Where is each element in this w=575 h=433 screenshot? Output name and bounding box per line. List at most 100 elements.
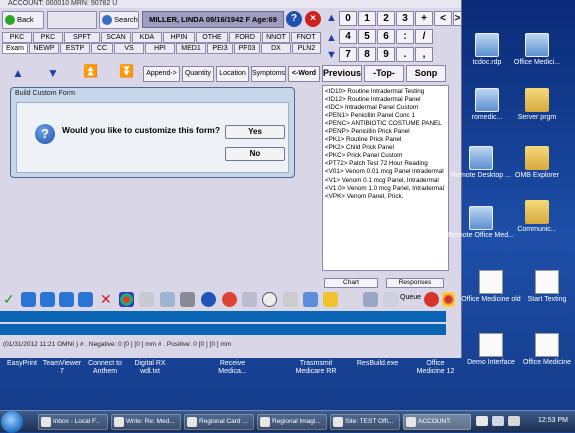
key-greater-than[interactable]: >: [453, 11, 461, 26]
code-list[interactable]: <ID10> Routine Intradermal Testing <ID12…: [322, 85, 449, 271]
tab-nnot[interactable]: NNOT: [262, 32, 290, 43]
tab-hpi[interactable]: HPI: [145, 43, 175, 54]
list-item[interactable]: <VPK> Venom Panel, Prick.: [325, 193, 446, 201]
key-slash[interactable]: /: [415, 29, 433, 44]
shortcut-teamviewer[interactable]: TeamViewer 7: [42, 360, 82, 376]
tab-pkc-2[interactable]: PKC: [33, 32, 63, 43]
tab-pln2[interactable]: PLN2: [292, 43, 321, 54]
key-1[interactable]: 1: [358, 11, 376, 26]
grid-icon[interactable]: [363, 292, 378, 307]
key-5[interactable]: 5: [358, 29, 376, 44]
document-icon[interactable]: [160, 292, 175, 307]
rewind-icon[interactable]: [21, 292, 36, 307]
no-button[interactable]: No: [225, 147, 285, 161]
tab-ford[interactable]: FORD: [229, 32, 261, 43]
stop-icon[interactable]: [222, 292, 237, 307]
color-balls-icon[interactable]: [119, 292, 134, 307]
fast-forward-icon[interactable]: [78, 292, 93, 307]
tab-hpin[interactable]: HPIN: [163, 32, 195, 43]
shortcut-easyprint[interactable]: EasyPrint: [5, 360, 39, 368]
responses-button[interactable]: Responses: [386, 278, 444, 288]
list-item[interactable]: <PEN1> Penicillin Panel Conc 1: [325, 112, 446, 120]
list-item[interactable]: <ID12> Routine Intradermal Panel: [325, 96, 446, 104]
location-button[interactable]: Location: [216, 66, 249, 82]
list-item[interactable]: <V1> Venom 0.1 mcg Panel, Intradermal: [325, 177, 446, 185]
back-button[interactable]: Back: [2, 11, 44, 29]
list-item[interactable]: <V01> Venom 0.01 mcg Panel intradermal: [325, 168, 446, 176]
shortcut-office-medicine-12[interactable]: Office Medicine 12: [413, 360, 458, 376]
list-item[interactable]: <PT72> Patch Test 72 Hour Reading: [325, 160, 446, 168]
close-icon[interactable]: ×: [305, 11, 321, 27]
power-icon[interactable]: [424, 292, 439, 307]
start-button[interactable]: [1, 411, 23, 433]
desktop-icon-communic[interactable]: Communic...: [502, 200, 572, 234]
list-item[interactable]: <IDC> Intradermal Panel Custom: [325, 104, 446, 112]
list-item[interactable]: <ID10> Routine Intradermal Testing: [325, 88, 446, 96]
prev-icon[interactable]: [40, 292, 55, 307]
key-2[interactable]: 2: [377, 11, 395, 26]
key-7[interactable]: 7: [339, 47, 357, 62]
keypad-down-arrow-icon[interactable]: ▼: [326, 49, 337, 61]
sonp-button[interactable]: Sonp: [406, 65, 446, 82]
notes-icon[interactable]: [343, 292, 358, 307]
top-button[interactable]: -Top-: [364, 65, 404, 82]
key-0[interactable]: 0: [339, 11, 357, 26]
tray-network-icon[interactable]: [476, 416, 488, 426]
shortcut-digital-rx[interactable]: Digital RX wdl.txt: [130, 360, 170, 376]
key-less-than[interactable]: <: [434, 11, 452, 26]
tab-dx[interactable]: DX: [261, 43, 291, 54]
clock-icon[interactable]: [262, 292, 277, 307]
down-arrow-icon[interactable]: ▼: [47, 66, 59, 80]
tab-kda[interactable]: KDA: [132, 32, 162, 43]
help-icon[interactable]: ?: [286, 11, 302, 27]
append-button[interactable]: Append->: [143, 66, 180, 82]
list-item[interactable]: <V1.0> Venom 1.0 mcg Panel, Intradermal: [325, 185, 446, 193]
next-icon[interactable]: [59, 292, 74, 307]
desktop-icon-omb-explorer[interactable]: OMB Explorer: [502, 146, 572, 180]
stethoscope-icon[interactable]: [283, 292, 298, 307]
desktop-icon-office-medici[interactable]: Office Medici...: [502, 33, 572, 67]
key-6[interactable]: 6: [377, 29, 395, 44]
key-plus[interactable]: +: [415, 11, 433, 26]
list-item[interactable]: <PKC> Prick Panel Custom: [325, 152, 446, 160]
taskbar-item-inbox[interactable]: Inbox - Local F...: [38, 414, 108, 430]
tray-volume-icon[interactable]: [492, 416, 504, 426]
history-dropdown[interactable]: [47, 11, 97, 29]
magnifier-icon[interactable]: [242, 292, 257, 307]
list-item[interactable]: <PENC> ANTIBIOTIC COSTUME PANEL: [325, 120, 446, 128]
taskbar-item-write[interactable]: Write: Re: Med...: [111, 414, 181, 430]
shortcut-resbuild[interactable]: ResBuild.exe: [355, 360, 400, 368]
tab-scan[interactable]: SCAN: [101, 32, 131, 43]
queue-label[interactable]: Queue: [400, 294, 421, 301]
desktop-icon-start-texting[interactable]: Start Texting: [512, 270, 575, 304]
key-colon[interactable]: :: [396, 29, 414, 44]
flower-icon[interactable]: [442, 292, 455, 307]
symptoms-button[interactable]: Symptoms: [251, 66, 286, 82]
quantity-button[interactable]: Quantity: [182, 66, 214, 82]
tab-fnot[interactable]: FNOT: [291, 32, 321, 43]
tab-med1[interactable]: MED1: [176, 43, 206, 54]
tab-exam[interactable]: Exam: [2, 43, 28, 54]
key-9[interactable]: 9: [377, 47, 395, 62]
word-back-button[interactable]: <-Word: [288, 66, 320, 82]
key-comma[interactable]: ,: [415, 47, 433, 62]
info-icon[interactable]: [201, 292, 216, 307]
up-arrow-icon[interactable]: ▲: [12, 66, 24, 80]
tray-app-icon[interactable]: [508, 416, 520, 426]
last-page-icon[interactable]: ⏬: [119, 64, 134, 78]
tab-spft[interactable]: SPFT: [64, 32, 100, 43]
shortcut-connect-anthem[interactable]: Connect to Anthem: [85, 360, 125, 376]
desktop-icon-office-medicine[interactable]: Office Medicine: [512, 333, 575, 367]
printer-icon[interactable]: [180, 292, 195, 307]
list-item[interactable]: <PK2> Child Prick Panel: [325, 144, 446, 152]
tab-cc[interactable]: CC: [91, 43, 113, 54]
tab-pei3[interactable]: PEI3: [207, 43, 233, 54]
desktop-icon-server-prgm[interactable]: Server prgm: [502, 88, 572, 122]
first-page-icon[interactable]: ⏫: [83, 64, 98, 78]
taskbar-item-regional-imaging[interactable]: Regional Imagi...: [257, 414, 327, 430]
tab-estp[interactable]: ESTP: [60, 43, 90, 54]
taskbar-item-regional-card[interactable]: Regional Card ...: [184, 414, 254, 430]
key-8[interactable]: 8: [358, 47, 376, 62]
key-3[interactable]: 3: [396, 11, 414, 26]
list-item[interactable]: <PENP> Penicillin Prick Panel: [325, 128, 446, 136]
